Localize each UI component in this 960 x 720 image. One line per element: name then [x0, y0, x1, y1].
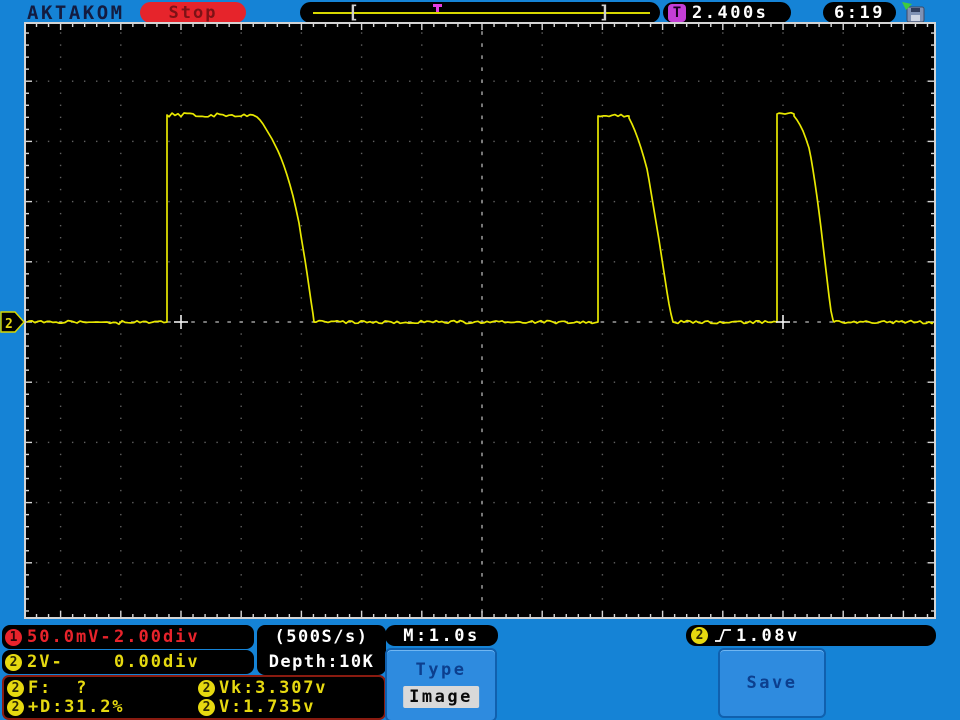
- measurement-value: 3.307v: [255, 678, 328, 698]
- measurement-channel-badge: 2: [198, 699, 215, 716]
- memory-depth: Depth:10K: [268, 652, 375, 672]
- channel1-position: 2.00div: [114, 627, 200, 647]
- measurement-channel-badge: 2: [7, 680, 24, 697]
- measurements-panel: 2 F: ? 2 Vk:3.307v 2 +D:31.2% 2 V:1.735v: [2, 675, 386, 720]
- channel2-marker-label: 2: [5, 317, 13, 332]
- save-button[interactable]: Save: [718, 648, 826, 718]
- measurement-vk: 2 Vk:3.307v: [198, 679, 327, 698]
- measurement-label: F:: [28, 678, 53, 698]
- measurement-v: 2 V:1.735v: [198, 698, 315, 717]
- trigger-level-value: 1.08v: [736, 625, 800, 646]
- acquire-readout: (500S/s) Depth:10K: [257, 625, 386, 675]
- channel2-scale: 2V-: [27, 652, 64, 672]
- measurement-value: 1.735v: [243, 697, 316, 717]
- scope-display: 2: [0, 22, 936, 619]
- channel2-readout: 2 2V- 0.00div: [2, 650, 254, 674]
- measurement-label: V:: [219, 697, 244, 717]
- trigger-channel-badge: 2: [691, 627, 708, 644]
- measurement-value: ?: [52, 678, 89, 698]
- channel1-scale: 50.0mV-: [27, 627, 113, 647]
- timebase-readout: M:1.0s: [385, 625, 498, 646]
- type-selected-value[interactable]: Image: [403, 686, 479, 708]
- trigger-level-readout: 2 1.08v: [686, 625, 936, 646]
- measurement-channel-badge: 2: [198, 680, 215, 697]
- measurement-frequency: 2 F: ?: [7, 679, 88, 698]
- measurement-value: 31.2%: [64, 697, 125, 717]
- channel2-position-marker[interactable]: 2: [0, 311, 25, 333]
- rising-edge-icon: [715, 629, 731, 642]
- measurement-label: +D:: [28, 697, 65, 717]
- channel2-position: 0.00div: [114, 652, 200, 672]
- timebase-value: M:1.0s: [403, 625, 480, 646]
- type-button-label: Type: [415, 660, 467, 680]
- channel1-readout: 1 50.0mV- 2.00div: [2, 625, 254, 649]
- measurement-channel-badge: 2: [7, 699, 24, 716]
- save-button-label: Save: [746, 673, 798, 693]
- measurement-label: Vk:: [219, 678, 256, 698]
- type-button[interactable]: Type Image: [385, 648, 497, 720]
- oscilloscope-screen: AKTAKOM Stop [ ] T 2.400s 6:19 2 1 50.0m…: [0, 0, 960, 720]
- channel2-badge: 2: [5, 653, 22, 671]
- channel1-badge: 1: [5, 628, 22, 646]
- sample-rate: (500S/s): [274, 627, 369, 647]
- measurement-duty: 2 +D:31.2%: [7, 698, 124, 717]
